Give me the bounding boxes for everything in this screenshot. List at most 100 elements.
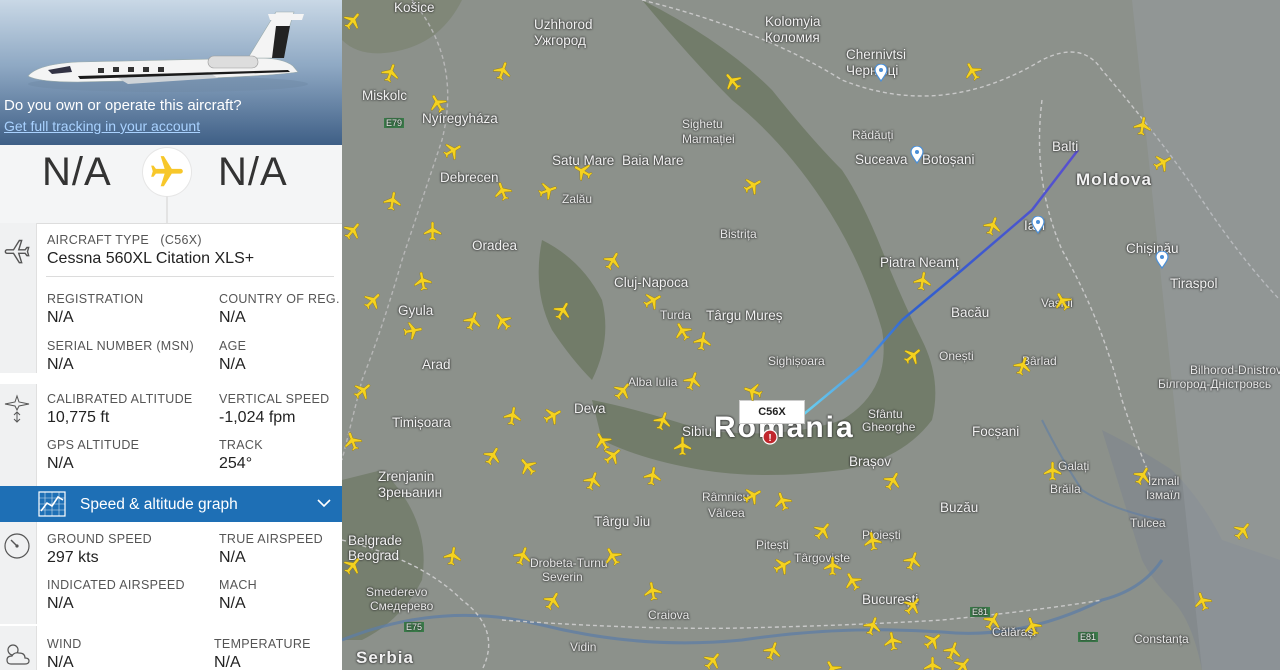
aircraft-marker-icon[interactable] bbox=[1012, 355, 1034, 377]
aircraft-marker-icon[interactable] bbox=[762, 640, 784, 662]
indicated-airspeed-value: N/A bbox=[47, 595, 74, 612]
aircraft-marker-icon[interactable] bbox=[582, 470, 604, 492]
aircraft-marker-icon[interactable] bbox=[902, 595, 924, 617]
aircraft-marker-icon[interactable] bbox=[682, 370, 704, 392]
aircraft-marker-icon[interactable] bbox=[422, 220, 444, 242]
track-value: 254° bbox=[219, 455, 253, 472]
true-airspeed-label: TRUE AIRSPEED bbox=[219, 532, 323, 546]
aircraft-marker-icon[interactable] bbox=[952, 655, 974, 670]
city-label: Gyula bbox=[398, 303, 434, 318]
city-label: Košice bbox=[394, 0, 435, 15]
country-field: COUNTRY OF REG. N/A bbox=[219, 292, 340, 327]
registration-value: N/A bbox=[47, 309, 74, 326]
aircraft-marker-icon[interactable] bbox=[1132, 115, 1154, 137]
location-pin-icon[interactable] bbox=[1031, 216, 1045, 234]
aircraft-marker-icon[interactable] bbox=[492, 180, 514, 202]
aircraft-marker-icon[interactable] bbox=[380, 62, 402, 84]
aircraft-marker-icon[interactable] bbox=[672, 435, 694, 457]
aircraft-marker-icon[interactable] bbox=[1132, 465, 1154, 487]
aircraft-marker-icon[interactable] bbox=[1022, 615, 1044, 637]
aircraft-marker-icon[interactable] bbox=[342, 430, 364, 452]
aircraft-marker-icon[interactable] bbox=[552, 300, 574, 322]
aircraft-marker-icon[interactable] bbox=[642, 290, 664, 312]
city-label: Ізмаїл bbox=[1146, 488, 1181, 502]
location-pin-icon[interactable] bbox=[1155, 251, 1169, 269]
aircraft-marker-icon[interactable] bbox=[772, 490, 794, 512]
city-label: Смедерево bbox=[370, 599, 434, 613]
aircraft-marker-icon[interactable] bbox=[362, 290, 384, 312]
aircraft-marker-icon[interactable] bbox=[502, 405, 524, 427]
aircraft-marker-icon[interactable] bbox=[652, 410, 674, 432]
aircraft-marker-icon[interactable] bbox=[1052, 290, 1074, 312]
aircraft-marker-icon[interactable] bbox=[692, 330, 714, 352]
location-pin-icon[interactable] bbox=[874, 64, 888, 82]
aircraft-marker-icon[interactable] bbox=[862, 530, 884, 552]
aircraft-marker-icon[interactable] bbox=[912, 270, 934, 292]
aircraft-marker-icon[interactable] bbox=[812, 520, 834, 542]
aircraft-marker-icon[interactable] bbox=[462, 310, 484, 332]
aircraft-marker-icon[interactable] bbox=[1232, 520, 1254, 542]
aircraft-marker-icon[interactable] bbox=[482, 445, 504, 467]
aircraft-marker-icon[interactable] bbox=[822, 658, 844, 670]
aircraft-marker-icon[interactable] bbox=[492, 60, 514, 82]
divider bbox=[46, 276, 334, 277]
aircraft-marker-icon[interactable] bbox=[882, 630, 904, 652]
aircraft-marker-icon[interactable] bbox=[602, 250, 624, 272]
aircraft-marker-icon[interactable] bbox=[902, 345, 924, 367]
city-label: Brașov bbox=[849, 454, 892, 469]
aircraft-marker-icon[interactable] bbox=[642, 465, 664, 487]
selected-aircraft-marker-icon[interactable]: ! bbox=[761, 428, 779, 446]
aircraft-marker-icon[interactable] bbox=[342, 10, 364, 32]
aircraft-marker-icon[interactable] bbox=[722, 70, 744, 92]
aircraft-marker-icon[interactable] bbox=[537, 180, 559, 202]
aircraft-marker-icon[interactable] bbox=[1192, 590, 1214, 612]
gps-altitude-value: N/A bbox=[47, 455, 74, 472]
aircraft-marker-icon[interactable] bbox=[602, 445, 624, 467]
aircraft-marker-icon[interactable] bbox=[442, 545, 464, 567]
speed-altitude-graph-toggle[interactable]: Speed & altitude graph bbox=[0, 486, 342, 522]
aircraft-marker-icon[interactable] bbox=[492, 310, 514, 332]
aircraft-marker-icon[interactable] bbox=[982, 610, 1004, 632]
aircraft-marker-icon[interactable] bbox=[412, 270, 434, 292]
aircraft-marker-icon[interactable] bbox=[922, 630, 944, 652]
aircraft-marker-icon[interactable] bbox=[742, 380, 764, 402]
aircraft-marker-icon[interactable] bbox=[962, 60, 984, 82]
aircraft-marker-icon[interactable] bbox=[352, 380, 374, 402]
aircraft-marker-icon[interactable] bbox=[842, 570, 864, 592]
route-divider bbox=[166, 196, 168, 223]
aircraft-marker-icon[interactable] bbox=[742, 175, 764, 197]
aircraft-marker-icon[interactable] bbox=[517, 455, 539, 477]
aircraft-marker-icon[interactable] bbox=[982, 215, 1004, 237]
city-label: Baia Mare bbox=[622, 153, 684, 168]
aircraft-info-section: AIRCRAFT TYPE (C56X) Cessna 560XL Citati… bbox=[0, 223, 342, 373]
city-label: Focșani bbox=[972, 424, 1020, 439]
ground-speed-value: 297 kts bbox=[47, 549, 99, 566]
aircraft-marker-icon[interactable] bbox=[542, 405, 564, 427]
aircraft-marker-icon[interactable] bbox=[427, 92, 449, 114]
aircraft-marker-icon[interactable] bbox=[512, 545, 534, 567]
location-pin-icon[interactable] bbox=[910, 146, 924, 164]
aircraft-marker-icon[interactable] bbox=[1042, 460, 1064, 482]
aircraft-marker-icon[interactable] bbox=[742, 485, 764, 507]
aircraft-marker-icon[interactable] bbox=[342, 220, 364, 242]
aircraft-marker-icon[interactable] bbox=[702, 650, 724, 670]
aircraft-marker-icon[interactable] bbox=[1152, 152, 1174, 174]
aircraft-marker-icon[interactable] bbox=[402, 320, 424, 342]
flight-map[interactable]: Košice Uzhhorod Ужгород Kolomyia Коломия… bbox=[342, 0, 1280, 670]
aircraft-marker-icon[interactable] bbox=[612, 380, 634, 402]
aircraft-marker-icon[interactable] bbox=[442, 140, 464, 162]
aircraft-marker-icon[interactable] bbox=[602, 545, 624, 567]
aircraft-marker-icon[interactable] bbox=[542, 590, 564, 612]
aircraft-marker-icon[interactable] bbox=[882, 470, 904, 492]
selected-flight-callsign[interactable]: C56X bbox=[739, 400, 805, 424]
aircraft-marker-icon[interactable] bbox=[902, 550, 924, 572]
aircraft-marker-icon[interactable] bbox=[642, 580, 664, 602]
aircraft-marker-icon[interactable] bbox=[382, 190, 404, 212]
aircraft-marker-icon[interactable] bbox=[822, 555, 844, 577]
aircraft-marker-icon[interactable] bbox=[572, 160, 594, 182]
aircraft-marker-icon[interactable] bbox=[672, 320, 694, 342]
aircraft-marker-icon[interactable] bbox=[922, 655, 944, 670]
aircraft-marker-icon[interactable] bbox=[342, 555, 364, 577]
aircraft-marker-icon[interactable] bbox=[772, 555, 794, 577]
full-tracking-link[interactable]: Get full tracking in your account bbox=[4, 118, 200, 134]
